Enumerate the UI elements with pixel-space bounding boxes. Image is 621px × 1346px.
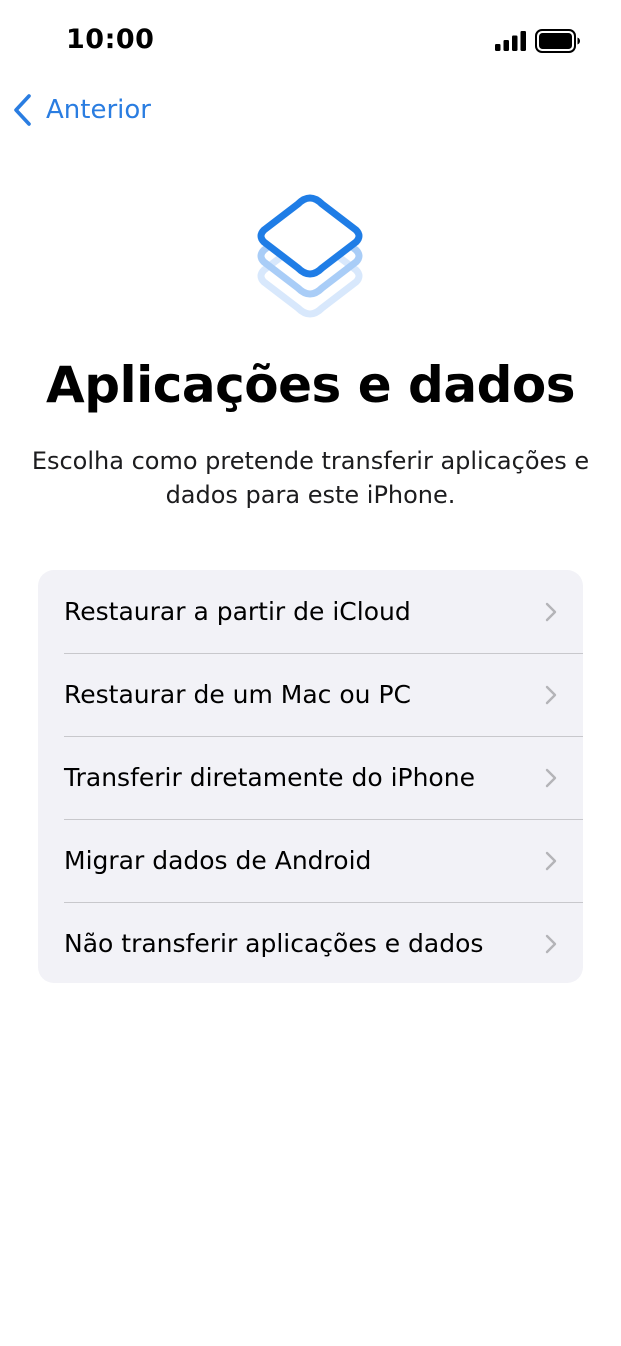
option-label: Restaurar a partir de iCloud xyxy=(64,597,411,626)
back-button-label: Anterior xyxy=(46,95,151,125)
option-label: Restaurar de um Mac ou PC xyxy=(64,680,411,709)
stacked-layers-icon xyxy=(257,194,363,318)
option-label: Migrar dados de Android xyxy=(64,846,372,875)
battery-full-icon xyxy=(535,29,580,53)
cellular-signal-icon xyxy=(495,31,526,51)
chevron-right-icon xyxy=(545,685,557,704)
chevron-right-icon xyxy=(545,934,557,953)
option-transfer-from-iphone[interactable]: Transferir diretamente do iPhone xyxy=(38,736,583,819)
chevron-right-icon xyxy=(545,602,557,621)
back-button[interactable]: Anterior xyxy=(12,90,151,130)
status-bar: 10:00 xyxy=(0,0,621,84)
status-time: 10:00 xyxy=(66,24,155,55)
option-restore-icloud[interactable]: Restaurar a partir de iCloud xyxy=(38,570,583,653)
option-restore-mac-pc[interactable]: Restaurar de um Mac ou PC xyxy=(38,653,583,736)
option-dont-transfer[interactable]: Não transferir aplicações e dados xyxy=(38,902,583,983)
option-label: Não transferir aplicações e dados xyxy=(64,929,484,958)
chevron-right-icon xyxy=(545,768,557,787)
chevron-left-icon xyxy=(14,94,31,126)
option-label: Transferir diretamente do iPhone xyxy=(64,763,475,792)
option-migrate-android[interactable]: Migrar dados de Android xyxy=(38,819,583,902)
transfer-options-list: Restaurar a partir de iCloud Restaurar d… xyxy=(38,570,583,983)
chevron-right-icon xyxy=(545,851,557,870)
page-title: Aplicações e dados xyxy=(46,356,575,414)
page-subtitle: Escolha como pretende transferir aplicaç… xyxy=(31,447,590,509)
